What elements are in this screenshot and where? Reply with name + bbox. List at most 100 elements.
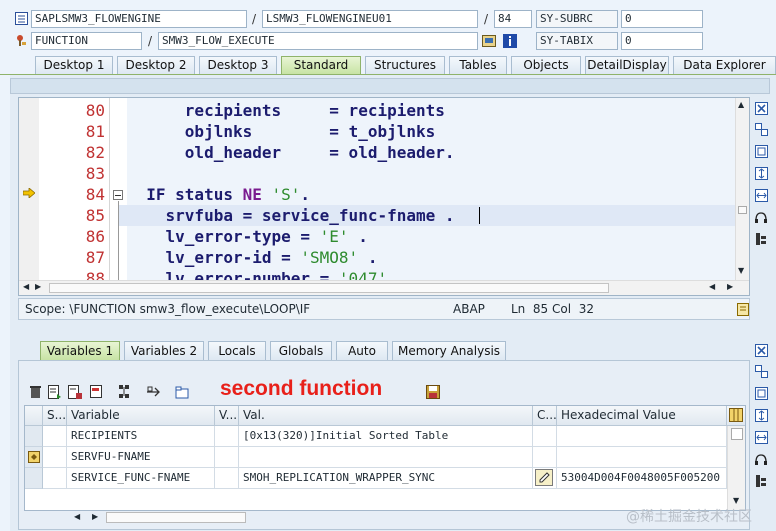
maximize-icon[interactable] xyxy=(752,142,770,160)
window-split-icon[interactable] xyxy=(752,362,770,380)
folder-icon[interactable] xyxy=(174,384,190,400)
table-cell-value[interactable]: [0x13(320)]Initial Sorted Table xyxy=(239,426,533,447)
table-cell-hex[interactable]: 53004D004F0048005F005200 xyxy=(557,468,727,489)
table-vertical-scrollbar[interactable]: ▼ xyxy=(727,426,745,510)
save-variables-icon[interactable] xyxy=(67,384,83,400)
sy-subrc-label: SY-SUBRC xyxy=(536,10,618,28)
watchpoint-icon xyxy=(28,451,40,466)
line-numbers: 80 81 82 83 84 85 86 87 88 xyxy=(41,98,109,288)
scroll-thumb[interactable] xyxy=(731,428,743,440)
tools-icon[interactable] xyxy=(752,230,770,248)
maximize-icon[interactable] xyxy=(752,384,770,402)
table-cell-hex[interactable] xyxy=(557,447,727,468)
info-icon[interactable] xyxy=(503,34,517,48)
tools-icon[interactable] xyxy=(752,472,770,490)
horizontal-scrollbar[interactable]: ◀ ▶ ◀ ▶ xyxy=(19,280,749,295)
headset-icon[interactable] xyxy=(752,450,770,468)
column-settings-icon[interactable] xyxy=(727,406,745,426)
line-number: 81 xyxy=(85,122,105,141)
table-cell-variable[interactable]: RECIPIENTS xyxy=(67,426,215,447)
scroll-thumb[interactable] xyxy=(106,512,246,523)
navigate-arrows-icon[interactable] xyxy=(145,384,161,400)
tab-desktop-3[interactable]: Desktop 3 xyxy=(199,56,277,74)
window-split-icon[interactable] xyxy=(752,120,770,138)
tab-variables-1[interactable]: Variables 1 xyxy=(40,341,120,360)
scroll-right-icon[interactable]: ▶ xyxy=(727,282,733,291)
scroll-right-icon[interactable]: ▶ xyxy=(35,282,41,291)
column-header-hex[interactable]: Hexadecimal Value xyxy=(557,406,727,426)
note-icon[interactable] xyxy=(737,302,749,322)
column-header-value[interactable]: Val. xyxy=(239,406,533,426)
scroll-down-icon[interactable]: ▼ xyxy=(738,266,744,275)
tab-objects[interactable]: Objects xyxy=(511,56,581,74)
tab-globals[interactable]: Globals xyxy=(270,341,332,360)
column-header-c[interactable]: C... xyxy=(533,406,557,426)
table-cell-variable[interactable]: SERVFU-FNAME xyxy=(67,447,215,468)
export-icon[interactable] xyxy=(89,384,105,400)
code-editor[interactable]: 80 81 82 83 84 85 86 87 88 recipients = … xyxy=(18,97,750,296)
table-cell-c xyxy=(533,468,557,489)
line-number: 82 xyxy=(85,143,105,162)
tab-data-explorer[interactable]: Data Explorer xyxy=(673,56,776,74)
line-number: 80 xyxy=(85,101,105,120)
line-number: 86 xyxy=(85,227,105,246)
tab-standard[interactable]: Standard xyxy=(281,56,361,74)
save-icon[interactable] xyxy=(425,384,441,400)
row-selector-header[interactable] xyxy=(25,406,43,426)
program-field: SAPLSMW3_FLOWENGINE xyxy=(31,10,247,28)
headset-icon[interactable] xyxy=(752,208,770,226)
close-icon[interactable] xyxy=(752,99,770,117)
scroll-left-icon[interactable]: ◀ xyxy=(709,282,715,291)
editor-status-bar: Scope: \FUNCTION smw3_flow_execute\LOOP\… xyxy=(18,298,750,320)
scroll-right-icon[interactable]: ▶ xyxy=(92,512,98,521)
navigate-icon[interactable] xyxy=(482,34,496,48)
table-cell-v xyxy=(215,468,239,489)
row-selector[interactable] xyxy=(25,468,43,489)
table-horizontal-scrollbar[interactable]: ◀ ▶ xyxy=(70,512,270,524)
tab-tables[interactable]: Tables xyxy=(449,56,507,74)
scroll-down-icon[interactable]: ▼ xyxy=(733,496,739,505)
scope-text: Scope: \FUNCTION smw3_flow_execute\LOOP\… xyxy=(25,302,311,316)
column-header-v[interactable]: V... xyxy=(215,406,239,426)
table-cell-value[interactable]: SMOH_REPLICATION_WRAPPER_SYNC xyxy=(239,468,533,489)
close-icon[interactable] xyxy=(752,341,770,359)
tab-memory-analysis[interactable]: Memory Analysis xyxy=(392,341,506,360)
row-selector[interactable] xyxy=(25,426,43,447)
table-cell-variable[interactable]: SERVICE_FUNC-FNAME xyxy=(67,468,215,489)
tab-desktop-1[interactable]: Desktop 1 xyxy=(35,56,113,74)
resize-horizontal-icon[interactable] xyxy=(752,186,770,204)
column-header-variable[interactable]: Variable xyxy=(67,406,215,426)
delete-icon[interactable] xyxy=(27,384,43,400)
scroll-thumb[interactable] xyxy=(738,206,747,214)
vertical-scrollbar[interactable]: ▲ ▼ xyxy=(735,98,749,281)
scroll-left-icon[interactable]: ◀ xyxy=(23,282,29,291)
edit-pencil-icon[interactable] xyxy=(535,469,553,486)
watermark: @稀土掘金技术社区 xyxy=(626,509,752,525)
tab-variables-2[interactable]: Variables 2 xyxy=(124,341,204,360)
scroll-left-icon[interactable]: ◀ xyxy=(74,512,80,521)
hierarchy-icon[interactable] xyxy=(116,384,132,400)
collapse-icon[interactable] xyxy=(113,190,123,200)
separator: / xyxy=(252,12,257,26)
scroll-thumb[interactable] xyxy=(49,283,609,293)
tab-auto[interactable]: Auto xyxy=(336,341,388,360)
resize-horizontal-icon[interactable] xyxy=(752,428,770,446)
tab-desktop-2[interactable]: Desktop 2 xyxy=(117,56,195,74)
tab-structures[interactable]: Structures xyxy=(365,56,445,74)
tab-detaildisplay[interactable]: DetailDisplay xyxy=(585,56,669,74)
resize-vertical-icon[interactable] xyxy=(752,406,770,424)
scroll-up-icon[interactable]: ▲ xyxy=(738,100,744,109)
annotation-label: second function xyxy=(220,377,383,400)
resize-vertical-icon[interactable] xyxy=(752,164,770,182)
load-variables-icon[interactable] xyxy=(47,384,63,400)
line-number: 83 xyxy=(85,164,105,183)
code-line: old_header = old_header. xyxy=(184,143,455,162)
row-selector[interactable] xyxy=(25,447,43,468)
code-area[interactable]: recipients = recipients objlnks = t_objl… xyxy=(119,98,737,288)
tab-locals[interactable]: Locals xyxy=(208,341,266,360)
column-header-status[interactable]: S... xyxy=(43,406,67,426)
variables-table[interactable]: S... Variable V... Val. C... Hexadecimal… xyxy=(24,405,746,511)
breakpoint-gutter[interactable] xyxy=(19,98,39,281)
table-cell-hex[interactable] xyxy=(557,426,727,447)
table-cell-value[interactable] xyxy=(239,447,533,468)
